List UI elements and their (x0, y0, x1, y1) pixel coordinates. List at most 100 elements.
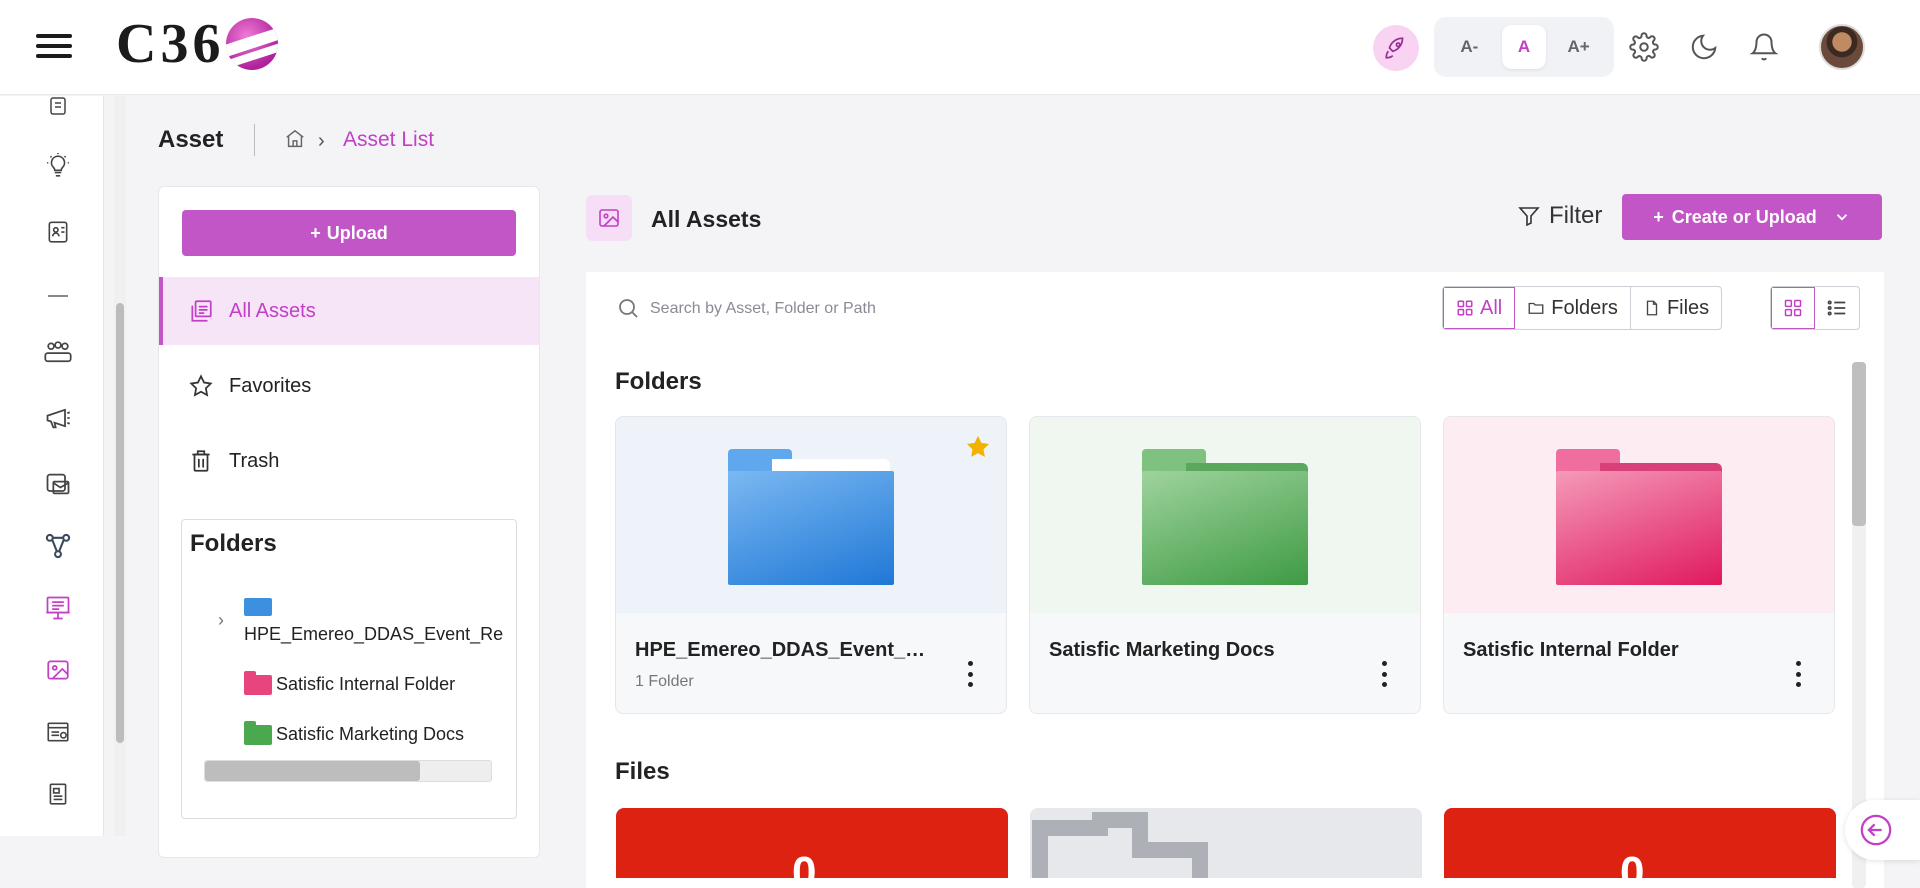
segment-files-label: Files (1666, 296, 1710, 319)
image-asset-icon[interactable] (42, 654, 74, 686)
folder-icon-blue (244, 598, 272, 616)
folder-card-name: Satisfic Internal Folder (1463, 639, 1679, 661)
segment-all[interactable]: All (1443, 287, 1516, 329)
grid-view-button[interactable] (1771, 287, 1815, 329)
file-preview-text: 0 (1620, 848, 1645, 878)
tree-item-internal[interactable]: Satisfic Internal Folder (244, 670, 455, 695)
logo[interactable]: C36 (116, 12, 279, 76)
bell-icon[interactable] (1747, 30, 1781, 64)
search-icon (619, 299, 638, 318)
assets-stack-icon (187, 297, 215, 325)
filter-label: Filter (1549, 202, 1603, 229)
web-page-icon[interactable] (42, 716, 74, 748)
upload-button-label: Upload (326, 222, 388, 243)
module-icon[interactable] (42, 90, 74, 122)
view-toggle (1770, 286, 1860, 330)
home-icon[interactable] (284, 128, 306, 150)
folder-icon-pink (1556, 449, 1722, 585)
breadcrumb-chevron-icon: › (318, 130, 325, 152)
presentation-icon[interactable] (42, 592, 74, 624)
chevron-down-icon (1836, 214, 1847, 221)
title-divider (254, 124, 255, 156)
more-options-icon[interactable] (1374, 657, 1394, 691)
file-card[interactable]: 0 (616, 808, 1008, 878)
grid-view-icon (1784, 299, 1802, 317)
image-icon (586, 195, 632, 241)
folder-card[interactable]: Satisfic Marketing Docs (1029, 416, 1421, 714)
segment-folders[interactable]: Folders (1515, 287, 1631, 329)
folder-outline-icon (1528, 302, 1544, 314)
folder-icon-blue (728, 449, 894, 585)
type-filter-segment: All Folders Files (1442, 286, 1723, 330)
folder-card[interactable]: Satisfic Internal Folder (1443, 416, 1835, 714)
folder-card-name: HPE_Emereo_DDAS_Event_R... (635, 639, 935, 661)
logo-globe-icon (226, 18, 279, 70)
users-group-icon[interactable] (42, 336, 74, 368)
rocket-icon[interactable] (1373, 25, 1419, 71)
document-icon[interactable] (42, 778, 74, 810)
collapse-panel-button[interactable] (1845, 800, 1920, 860)
segment-folders-label: Folders (1551, 296, 1618, 319)
font-decrease-button[interactable]: A- (1447, 25, 1491, 69)
create-or-upload-button[interactable]: + Create or Upload (1622, 194, 1882, 240)
main-scrollbar-thumb[interactable] (1852, 362, 1866, 526)
nav-item-favorites[interactable]: Favorites (159, 352, 539, 420)
more-options-icon[interactable] (960, 657, 980, 691)
sidebar-footer (0, 836, 128, 888)
folder-card-preview (616, 417, 1006, 613)
file-card[interactable]: 0 (1444, 808, 1836, 878)
folder-icon-pink (244, 670, 272, 695)
top-header: C36 A- A A+ (0, 0, 1920, 95)
create-button-label: Create or Upload (1671, 206, 1817, 227)
nav-item-label: Trash (229, 449, 280, 472)
upload-button[interactable]: + Upload (182, 210, 516, 256)
files-section-title: Files (615, 758, 670, 785)
font-size-controls: A- A A+ (1434, 17, 1614, 77)
breadcrumb-current[interactable]: Asset List (343, 128, 434, 152)
folder-card-preview (1444, 417, 1834, 613)
icon-sidebar (0, 96, 104, 888)
filter-icon (1518, 207, 1540, 227)
folders-section-title: Folders (615, 368, 702, 395)
sidebar-scrollbar-thumb[interactable] (116, 303, 124, 743)
expand-chevron-icon[interactable]: › (218, 610, 224, 631)
megaphone-icon[interactable] (42, 402, 74, 434)
nav-item-trash[interactable]: Trash (159, 427, 539, 495)
assets-main-panel: All Folders Files Folders HPE_Emer (586, 272, 1884, 888)
plus-icon: + (310, 222, 321, 243)
segment-all-label: All (1480, 296, 1503, 319)
plus-icon: + (1653, 206, 1664, 227)
avatar[interactable] (1819, 24, 1865, 70)
gear-icon[interactable] (1627, 30, 1661, 64)
divider-icon (42, 280, 74, 312)
tree-scrollbar-thumb[interactable] (205, 761, 420, 781)
lightbulb-icon[interactable] (42, 150, 74, 182)
font-increase-button[interactable]: A+ (1557, 25, 1601, 69)
folder-icon-green (1142, 449, 1308, 585)
list-view-icon (1827, 300, 1846, 316)
tree-item-hpe[interactable]: HPE_Emereo_DDAS_Event_Re (244, 624, 503, 645)
folder-card[interactable]: HPE_Emereo_DDAS_Event_R... 1 Folder (615, 416, 1007, 714)
favorite-star-icon[interactable] (964, 433, 992, 461)
grid-icon (1457, 300, 1473, 316)
nav-item-all-assets[interactable]: All Assets (159, 277, 539, 345)
dark-mode-icon[interactable] (1687, 30, 1721, 64)
email-template-icon[interactable] (42, 468, 74, 500)
filter-button[interactable]: Filter (1517, 202, 1602, 230)
search-input[interactable] (650, 294, 1050, 324)
menu-toggle-icon[interactable] (36, 34, 72, 62)
file-preview-image (1030, 808, 1422, 878)
tree-horizontal-scrollbar[interactable] (204, 760, 492, 782)
tree-item-label: Satisfic Marketing Docs (276, 724, 465, 744)
file-outline-icon (1646, 300, 1658, 316)
workflow-icon[interactable] (42, 530, 74, 562)
folder-card-name: Satisfic Marketing Docs (1049, 639, 1275, 661)
more-options-icon[interactable] (1788, 657, 1808, 691)
contacts-card-icon[interactable] (42, 216, 74, 248)
segment-files[interactable]: Files (1631, 287, 1721, 329)
list-view-button[interactable] (1815, 287, 1859, 329)
tree-item-marketing[interactable]: Satisfic Marketing Docs (244, 720, 465, 745)
file-card[interactable] (1030, 808, 1422, 878)
page-title: Asset (158, 126, 224, 153)
font-normal-button[interactable]: A (1501, 25, 1546, 69)
